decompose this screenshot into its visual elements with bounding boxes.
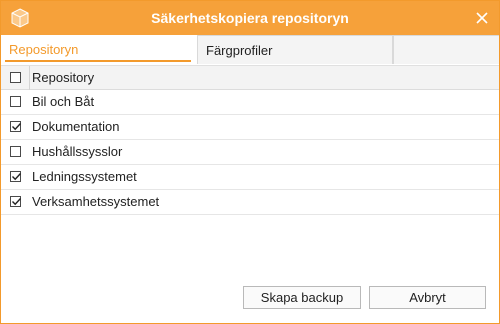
row-label: Hushållssysslor: [32, 144, 123, 159]
table-header-row: Repository: [1, 65, 499, 90]
select-all-checkbox[interactable]: [10, 72, 21, 83]
row-checkbox[interactable]: [10, 171, 22, 182]
row-checkbox[interactable]: [10, 96, 21, 107]
row-checkbox[interactable]: [10, 196, 22, 207]
checkmark-icon: [12, 123, 22, 131]
row-checkbox[interactable]: [10, 121, 22, 132]
backup-dialog: Säkerhetskopiera repositoryn Repositoryn…: [0, 0, 500, 324]
tab-fargprofiler[interactable]: Färgprofiler: [197, 35, 393, 64]
table-row: Bil och Båt: [1, 90, 499, 115]
title-bar: Säkerhetskopiera repositoryn: [1, 1, 499, 35]
tab-bar: Repositoryn Färgprofiler: [1, 35, 499, 64]
create-backup-button[interactable]: Skapa backup: [243, 286, 361, 309]
row-label: Verksamhetssystemet: [32, 194, 160, 209]
cancel-button[interactable]: Avbryt: [369, 286, 486, 309]
table-row: Verksamhetssystemet: [1, 190, 499, 215]
row-label: Ledningssystemet: [32, 169, 137, 184]
column-separator: [29, 66, 30, 90]
window-title: Säkerhetskopiera repositoryn: [151, 10, 349, 26]
tab-repositoryn[interactable]: Repositoryn: [1, 35, 191, 64]
table-row: Hushållssysslor: [1, 140, 499, 165]
checkmark-icon: [12, 198, 22, 206]
table-row: Dokumentation: [1, 115, 499, 140]
checkmark-icon: [12, 173, 22, 181]
column-header-repository: Repository: [32, 70, 95, 85]
close-icon[interactable]: [471, 7, 493, 29]
row-label: Bil och Båt: [32, 94, 95, 109]
row-checkbox[interactable]: [10, 146, 21, 157]
repository-list: Repository Bil och Båt Dokumentation Hus…: [1, 65, 499, 215]
tab-bar-filler: [393, 35, 499, 64]
row-label: Dokumentation: [32, 119, 120, 134]
table-row: Ledningssystemet: [1, 165, 499, 190]
